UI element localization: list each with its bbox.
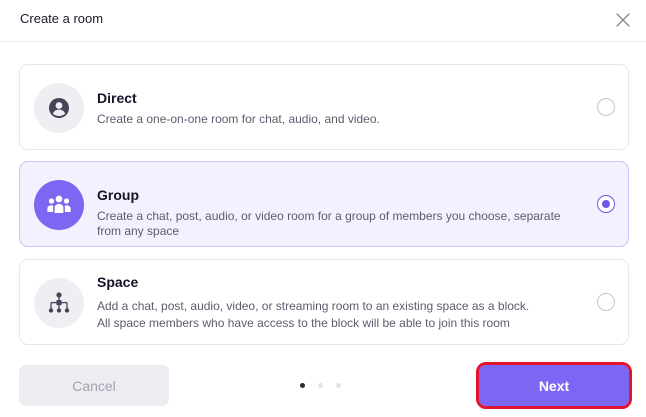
option-space-description-line1: Add a chat, post, audio, video, or strea… [97,299,530,313]
option-direct-icon-wrap [34,83,84,133]
page-dot-3 [336,382,341,388]
option-space-description: Add a chat, post, audio, video, or strea… [97,298,577,332]
option-direct-title: Direct [97,90,137,106]
person-icon [49,98,69,118]
option-space[interactable]: Space Add a chat, post, audio, video, or… [19,259,629,345]
option-space-title: Space [97,274,139,290]
group-icon [47,195,71,213]
option-direct[interactable]: Direct Create a one-on-one room for chat… [19,64,629,150]
option-space-description-line2: All space members who have access to the… [97,316,510,330]
next-button[interactable]: Next [476,362,632,409]
dialog-header: Create a room [0,0,646,42]
page-dot-1 [300,382,305,388]
close-icon [616,13,630,27]
option-direct-description: Create a one-on-one room for chat, audio… [97,112,380,126]
dialog-title: Create a room [20,11,104,26]
option-group-radio[interactable] [597,195,615,213]
option-group[interactable]: Group Create a chat, post, audio, or vid… [19,161,629,247]
cancel-button[interactable]: Cancel [19,365,169,406]
option-space-radio[interactable] [597,293,615,311]
option-group-icon-wrap [34,180,84,230]
hierarchy-icon [48,292,70,313]
option-direct-radio[interactable] [597,98,615,116]
option-group-title: Group [97,187,139,203]
page-dot-2 [318,382,323,388]
radio-selected-dot [601,199,610,208]
option-group-description: Create a chat, post, audio, or video roo… [97,209,561,238]
page-indicator [300,381,350,389]
option-space-icon-wrap [34,278,84,328]
close-button[interactable] [610,7,636,33]
